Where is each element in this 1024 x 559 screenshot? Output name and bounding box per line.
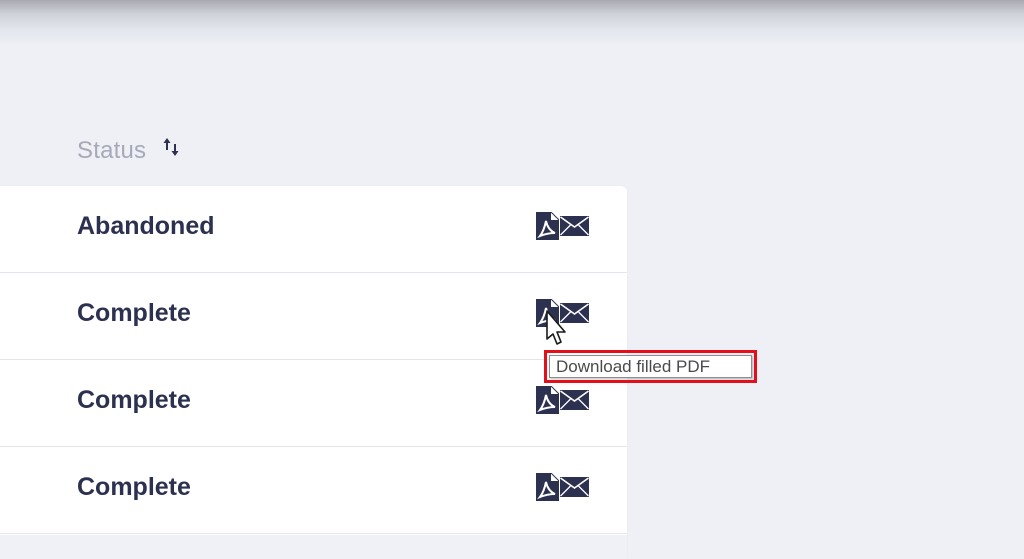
status-value: Complete [77, 386, 191, 414]
submissions-table: Abandoned Complete Complete Complete [0, 186, 627, 559]
table-row: Abandoned [0, 186, 627, 273]
table-row: Complete [0, 273, 627, 360]
download-pdf-tooltip: Download filled PDF [549, 355, 752, 378]
status-column-header[interactable]: Status [77, 135, 182, 167]
table-row: Complete [0, 360, 627, 447]
table-row: Complete [0, 447, 627, 534]
status-value: Abandoned [77, 212, 215, 240]
row-actions [536, 212, 589, 240]
status-value: Complete [77, 473, 191, 501]
table-next-row-partial [0, 535, 627, 559]
window-top-shadow [0, 0, 1024, 46]
envelope-icon[interactable] [560, 390, 589, 410]
envelope-icon[interactable] [560, 216, 589, 236]
sort-arrows-icon[interactable] [162, 135, 182, 159]
status-header-label: Status [77, 137, 147, 164]
envelope-icon[interactable] [560, 477, 589, 497]
row-actions [536, 386, 589, 414]
row-actions [536, 473, 589, 501]
pdf-file-icon[interactable] [536, 386, 559, 414]
pdf-file-icon[interactable] [536, 212, 559, 240]
status-value: Complete [77, 299, 191, 327]
mouse-cursor-icon [546, 310, 566, 345]
pdf-file-icon[interactable] [536, 473, 559, 501]
